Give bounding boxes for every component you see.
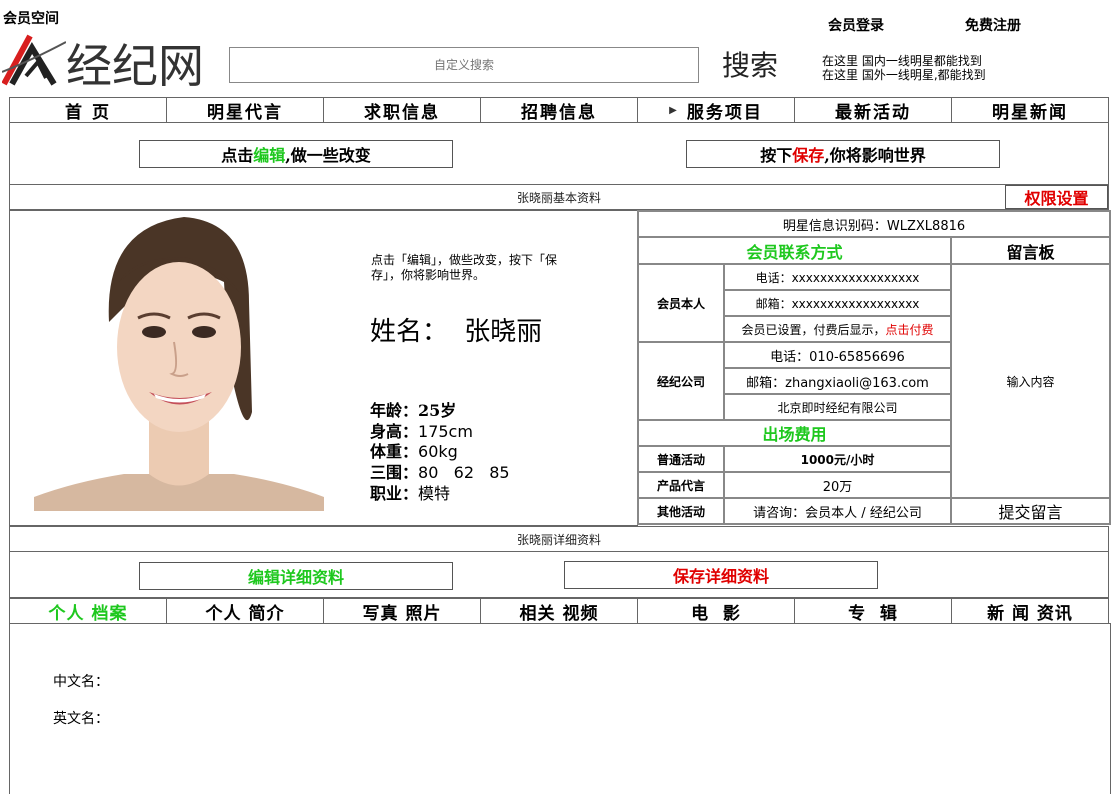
edit-suffix: ,做一些改变	[285, 146, 371, 165]
appearance-fee-title: 出场费用	[637, 419, 952, 447]
save-suffix: ,你将影响世界	[824, 146, 926, 165]
job-value: 模特	[418, 484, 451, 503]
member-space-label: 会员空间	[3, 11, 59, 27]
nav-item-services-label: 服务项目	[686, 102, 763, 123]
fee-value-other: 请咨询：会员本人 / 经纪公司	[723, 497, 952, 525]
fee-value-endorsement: 20万	[723, 471, 952, 499]
member-note-text: 会员已设置，付费后显示，	[741, 322, 886, 337]
agency-phone: 电话：010-65856696	[723, 341, 952, 369]
edit-button[interactable]: 点击 编辑 ,做一些改变	[139, 140, 453, 168]
member-login-link[interactable]: 会员登录	[828, 15, 884, 35]
profile-photo	[34, 212, 324, 511]
job-label: 职业：	[370, 484, 419, 503]
name-label: 姓名：	[370, 317, 449, 347]
edit-detail-button[interactable]: 编辑详细资料	[139, 562, 453, 590]
nav-item-activities[interactable]: 最新活动	[794, 97, 952, 123]
search-input[interactable]	[229, 47, 699, 83]
fee-value-regular: 1000元/小时	[723, 445, 952, 473]
tab-movies[interactable]: 电 影	[637, 598, 795, 624]
detail-tabs: 个人 档案 个人 简介 写真 照片 相关 视频 电 影 专 辑 新 闻 资讯	[9, 598, 1109, 624]
submit-message-button[interactable]: 提交留言	[949, 497, 1112, 525]
member-email: 邮箱：xxxxxxxxxxxxxxxxxx	[723, 289, 952, 317]
tab-news[interactable]: 新 闻 资讯	[951, 598, 1109, 624]
member-contact-note: 会员已设置，付费后显示，点击付费	[723, 315, 952, 343]
save-prefix: 按下	[760, 146, 793, 165]
agency-label: 经纪公司	[637, 341, 725, 421]
tab-albums[interactable]: 专 辑	[794, 598, 952, 624]
nav-item-recruitment[interactable]: 招聘信息	[480, 97, 638, 123]
contact-title: 会员联系方式	[637, 236, 952, 265]
nav-item-news[interactable]: 明星新闻	[951, 97, 1109, 123]
tab-videos[interactable]: 相关 视频	[480, 598, 638, 624]
basic-info-title: 张晓丽基本资料	[9, 184, 1109, 210]
edit-word: 编辑	[253, 146, 286, 165]
message-board-title: 留言板	[949, 236, 1112, 265]
agency-email: 邮箱：zhangxiaoli@163.com	[723, 367, 952, 395]
caret-right-icon: ▶	[669, 104, 679, 116]
job-row: 职业：模特	[370, 480, 450, 504]
save-button[interactable]: 按下 保存 ,你将影响世界	[686, 140, 1000, 168]
nav-item-services[interactable]: ▶ 服务项目	[637, 97, 795, 123]
message-input[interactable]: 输入内容	[949, 263, 1112, 499]
search-hint-foreign: 在这里 国外一线明星,都能找到	[822, 68, 986, 82]
tab-introduction[interactable]: 个人 简介	[166, 598, 324, 624]
pay-link[interactable]: 点击付费	[886, 323, 934, 337]
profile-content	[9, 623, 1111, 794]
permission-settings-button[interactable]: 权限设置	[1005, 185, 1108, 209]
edit-prefix: 点击	[221, 146, 254, 165]
tab-personal-profile[interactable]: 个人 档案	[9, 598, 167, 624]
name-line: 姓名： 张晓丽	[370, 311, 542, 348]
member-self-label: 会员本人	[637, 263, 725, 343]
detail-info-title: 张晓丽详细资料	[9, 526, 1109, 552]
fee-label-other: 其他活动	[637, 497, 725, 525]
star-id-code: 明星信息识别码：WLZXL8816	[636, 210, 1112, 238]
save-word: 保存	[792, 146, 825, 165]
main-nav: 首 页 明星代言 求职信息 招聘信息 ▶ 服务项目 最新活动 明星新闻	[9, 97, 1109, 123]
nav-item-endorsement[interactable]: 明星代言	[166, 97, 324, 123]
english-name-label: 英文名：	[53, 711, 109, 727]
contact-table: 明星信息识别码：WLZXL8816 会员联系方式 留言板 会员本人 电话：xxx…	[636, 210, 1112, 525]
logo-text: 经纪网	[66, 39, 204, 93]
agency-name: 北京即时经纪有限公司	[723, 393, 952, 421]
logo-icon	[2, 34, 66, 86]
edit-hint-text: 点击「编辑」，做些改变，按下「保存」，你将影响世界。	[371, 253, 558, 282]
search-button[interactable]: 搜索	[722, 44, 778, 84]
member-phone: 电话：xxxxxxxxxxxxxxxxxx	[723, 263, 952, 291]
fee-label-regular: 普通活动	[637, 445, 725, 473]
chinese-name-label: 中文名：	[53, 674, 109, 690]
nav-item-job-seeking[interactable]: 求职信息	[323, 97, 481, 123]
tab-photos[interactable]: 写真 照片	[323, 598, 481, 624]
star-name: 张晓丽	[464, 317, 543, 347]
free-register-link[interactable]: 免费注册	[965, 15, 1021, 35]
save-detail-button[interactable]: 保存详细资料	[564, 561, 878, 589]
fee-label-endorsement: 产品代言	[637, 471, 725, 499]
nav-item-home[interactable]: 首 页	[9, 97, 167, 123]
